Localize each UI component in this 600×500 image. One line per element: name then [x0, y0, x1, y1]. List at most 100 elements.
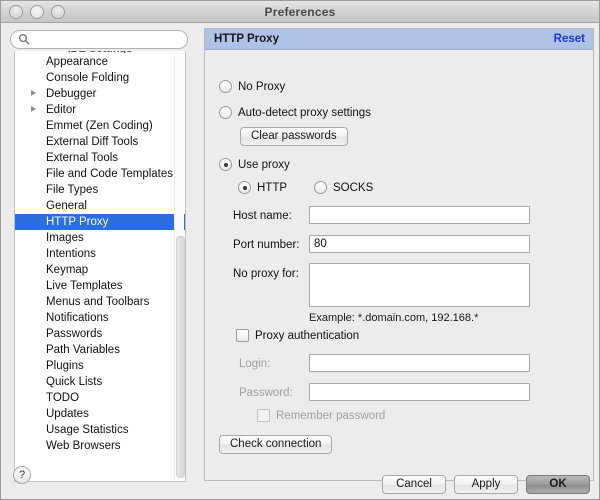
sidebar-item-plugins[interactable]: Plugins [15, 358, 185, 374]
sidebar-item-label: Usage Statistics [46, 424, 129, 436]
no-proxy-radio[interactable] [219, 80, 232, 93]
sidebar-item-label: File and Code Templates [46, 168, 173, 180]
dialog-footer: Cancel Apply OK [382, 475, 590, 494]
login-label: Login: [239, 358, 271, 370]
title-bar: Preferences [1, 1, 599, 23]
host-name-label: Host name: [233, 210, 292, 222]
sidebar-item-label: Plugins [46, 360, 84, 372]
sidebar-item-label: Editor [46, 104, 77, 116]
sidebar-item-label: Updates [46, 408, 89, 420]
settings-list[interactable]: IDE Settings Appearance Console Folding De… [14, 51, 186, 482]
sidebar-item-appearance[interactable]: Appearance [15, 54, 185, 70]
no-proxy-for-textarea[interactable] [309, 263, 530, 307]
password-input[interactable] [309, 383, 530, 401]
sidebar-item-label: Appearance [46, 56, 109, 68]
sidebar-item-path-variables[interactable]: Path Variables [15, 342, 185, 358]
remember-password-checkbox[interactable] [257, 409, 270, 422]
auto-detect-label: Auto-detect proxy settings [238, 106, 371, 119]
socks-label: SOCKS [333, 181, 374, 194]
sidebar-item-console-folding[interactable]: Console Folding [15, 70, 185, 86]
sidebar-item-images[interactable]: Images [15, 230, 185, 246]
sidebar-item-file-types[interactable]: File Types [15, 182, 185, 198]
clear-passwords-button[interactable]: Clear passwords [240, 127, 348, 146]
no-proxy-label: No Proxy [238, 80, 286, 93]
sidebar-item-keymap[interactable]: Keymap [15, 262, 185, 278]
sidebar-item-live-templates[interactable]: Live Templates [15, 278, 185, 294]
sidebar-item-label: Live Templates [46, 280, 123, 292]
list-group-label: IDE Settings [15, 51, 185, 53]
sidebar-item-label: File Types [46, 184, 99, 196]
check-connection-button[interactable]: Check connection [219, 435, 333, 454]
port-number-input[interactable] [309, 235, 530, 253]
host-name-input[interactable] [309, 206, 530, 224]
preferences-window: Preferences IDE Settings Appearance Conso… [0, 0, 600, 500]
remember-password-option[interactable]: Remember password [257, 409, 385, 422]
http-radio[interactable] [238, 181, 251, 194]
no-proxy-option[interactable]: No Proxy [219, 80, 285, 93]
sidebar-item-external-diff-tools[interactable]: External Diff Tools [15, 134, 185, 150]
port-number-label: Port number: [233, 239, 300, 251]
auto-detect-option[interactable]: Auto-detect proxy settings [219, 106, 371, 119]
window-title: Preferences [264, 4, 336, 19]
sidebar-item-label: Passwords [46, 328, 103, 340]
cancel-button[interactable]: Cancel [382, 475, 446, 494]
protocol-socks-option[interactable]: SOCKS [314, 181, 373, 194]
login-input[interactable] [309, 354, 530, 372]
sidebar-item-label: Console Folding [46, 72, 130, 84]
sidebar-item-http-proxy[interactable]: HTTP Proxy [15, 214, 185, 230]
protocol-http-option[interactable]: HTTP [238, 181, 287, 194]
proxy-authentication-label: Proxy authentication [255, 329, 360, 342]
sidebar-item-label: Keymap [46, 264, 89, 276]
sidebar-item-web-browsers[interactable]: Web Browsers [15, 438, 185, 454]
sidebar-item-file-and-code-templates[interactable]: File and Code Templates [15, 166, 185, 182]
no-proxy-for-label: No proxy for: [233, 268, 299, 280]
apply-button[interactable]: Apply [454, 475, 518, 494]
example-hint: Example: *.domain.com, 192.168.* [309, 312, 479, 324]
search-input[interactable] [10, 29, 188, 49]
sidebar-item-notifications[interactable]: Notifications [15, 310, 185, 326]
sidebar-item-label: Path Variables [46, 344, 120, 356]
sidebar-item-label: External Diff Tools [46, 136, 139, 148]
sidebar-item-label: Emmet (Zen Coding) [46, 120, 153, 132]
panel-title: HTTP Proxy [214, 33, 279, 45]
sidebar-item-updates[interactable]: Updates [15, 406, 185, 422]
auto-detect-radio[interactable] [219, 106, 232, 119]
ok-button[interactable]: OK [526, 475, 590, 494]
sidebar-item-passwords[interactable]: Passwords [15, 326, 185, 342]
sidebar-item-label: Menus and Toolbars [46, 296, 150, 308]
sidebar-item-label: Quick Lists [46, 376, 103, 388]
disclosure-triangle-icon[interactable] [31, 90, 36, 96]
socks-radio[interactable] [314, 181, 327, 194]
sidebar-item-usage-statistics[interactable]: Usage Statistics [15, 422, 185, 438]
use-proxy-radio[interactable] [219, 158, 232, 171]
sidebar-item-label: Debugger [46, 88, 97, 100]
proxy-authentication-option[interactable]: Proxy authentication [236, 329, 359, 342]
window-body: IDE Settings Appearance Console Folding De… [1, 23, 599, 499]
help-button[interactable]: ? [13, 466, 31, 484]
sidebar-item-editor[interactable]: Editor [15, 102, 185, 118]
panel-header: HTTP Proxy Reset [205, 29, 593, 50]
sidebar-item-general[interactable]: General [15, 198, 185, 214]
sidebar-item-label: General [46, 200, 87, 212]
sidebar-item-menus-and-toolbars[interactable]: Menus and Toolbars [15, 294, 185, 310]
password-label: Password: [239, 387, 293, 399]
sidebar-item-label: Intentions [46, 248, 96, 260]
reset-link[interactable]: Reset [554, 33, 585, 45]
sidebar-scrollbar-thumb[interactable] [176, 236, 185, 478]
http-label: HTTP [257, 181, 288, 194]
sidebar-item-intentions[interactable]: Intentions [15, 246, 185, 262]
use-proxy-label: Use proxy [238, 158, 290, 171]
sidebar-item-label: External Tools [46, 152, 119, 164]
sidebar-item-debugger[interactable]: Debugger [15, 86, 185, 102]
sidebar-item-emmet-zen-coding[interactable]: Emmet (Zen Coding) [15, 118, 185, 134]
use-proxy-option[interactable]: Use proxy [219, 158, 290, 171]
sidebar-item-label: Images [46, 232, 84, 244]
sidebar-item-label: Notifications [46, 312, 109, 324]
sidebar-scrollbar-track[interactable] [174, 52, 185, 480]
sidebar-item-external-tools[interactable]: External Tools [15, 150, 185, 166]
sidebar-item-todo[interactable]: TODO [15, 390, 185, 406]
proxy-authentication-checkbox[interactable] [236, 329, 249, 342]
search-box[interactable] [10, 29, 188, 49]
disclosure-triangle-icon[interactable] [31, 106, 36, 112]
sidebar-item-quick-lists[interactable]: Quick Lists [15, 374, 185, 390]
